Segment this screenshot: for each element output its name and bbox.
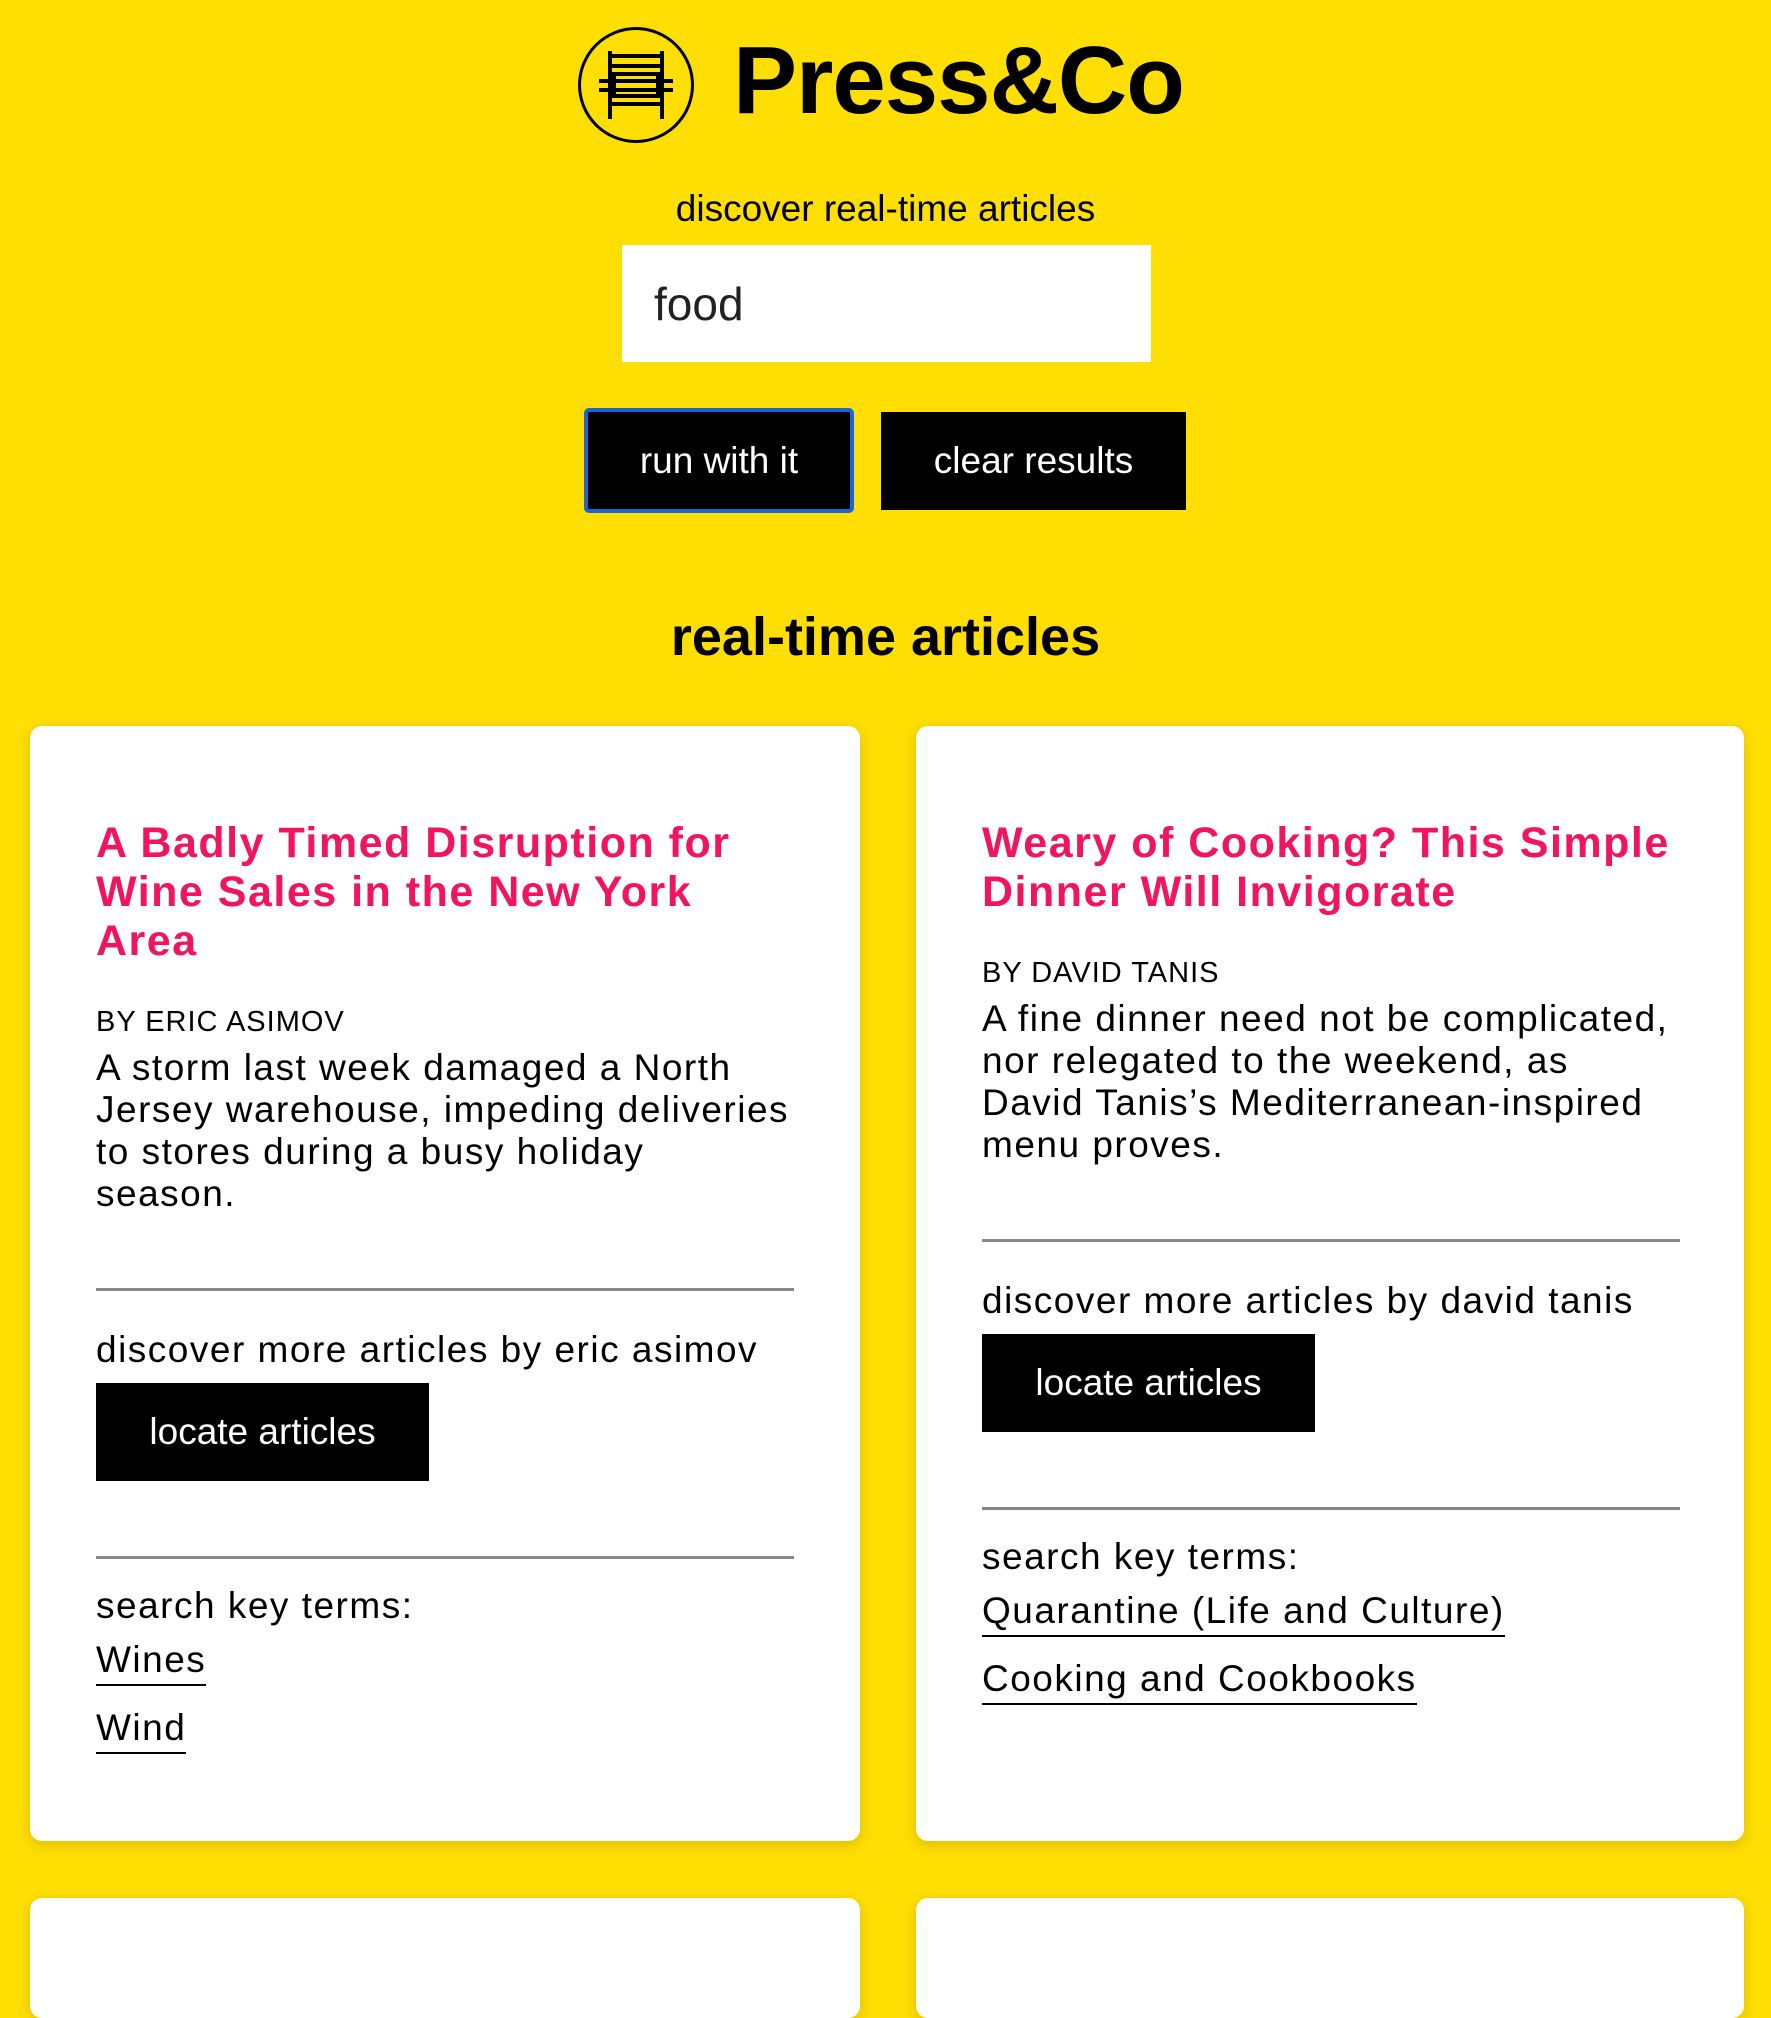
run-with-it-button[interactable]: run with it xyxy=(584,408,854,513)
divider xyxy=(982,1239,1680,1242)
divider xyxy=(96,1556,794,1559)
locate-articles-button[interactable]: locate articles xyxy=(982,1334,1315,1432)
key-term-link[interactable]: Wines xyxy=(96,1638,207,1686)
key-term-link[interactable]: Quarantine (Life and Culture) xyxy=(982,1589,1505,1637)
search-tagline: discover real-time articles xyxy=(675,188,1096,229)
article-byline: BY ERIC ASIMOV xyxy=(96,1006,345,1038)
article-card xyxy=(30,1898,860,2018)
locate-articles-button[interactable]: locate articles xyxy=(96,1383,429,1481)
article-card: Weary of Cooking? This Simple Dinner Wil… xyxy=(916,726,1744,1841)
article-card xyxy=(916,1898,1744,2018)
article-byline: BY DAVID TANIS xyxy=(982,957,1220,989)
brand-name: Press&Co xyxy=(733,27,1185,134)
clear-results-button[interactable]: clear results xyxy=(881,412,1186,510)
section-title: real-time articles xyxy=(670,607,1101,667)
article-title[interactable]: A Badly Timed Disruption for Wine Sales … xyxy=(96,819,796,966)
key-term-link[interactable]: Cooking and Cookbooks xyxy=(982,1657,1417,1705)
article-summary: A fine dinner need not be complicated, n… xyxy=(982,998,1669,1165)
article-card: A Badly Timed Disruption for Wine Sales … xyxy=(30,726,860,1841)
key-term-link[interactable]: Wind xyxy=(96,1706,187,1754)
key-terms-label: search key terms: xyxy=(982,1536,1300,1577)
printing-press-icon xyxy=(578,27,694,143)
divider xyxy=(982,1507,1680,1510)
article-title[interactable]: Weary of Cooking? This Simple Dinner Wil… xyxy=(982,819,1682,917)
search-input[interactable] xyxy=(622,245,1151,362)
site-header: Press&Co xyxy=(0,0,1771,170)
discover-more-text: discover more articles by david tanis xyxy=(982,1280,1634,1321)
article-summary: A storm last week damaged a North Jersey… xyxy=(96,1047,790,1214)
divider xyxy=(96,1288,794,1291)
discover-more-text: discover more articles by eric asimov xyxy=(96,1329,759,1370)
key-terms-label: search key terms: xyxy=(96,1585,414,1626)
